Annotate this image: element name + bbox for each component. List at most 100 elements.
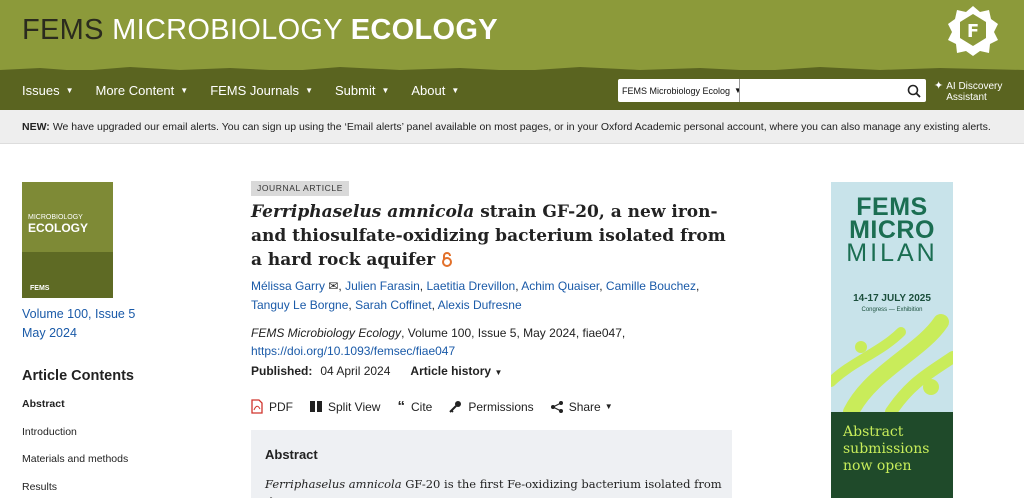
journal-title[interactable]: FEMS MICROBIOLOGY ECOLOGY [22, 14, 498, 47]
author-link[interactable]: Sarah Coffinet [355, 298, 432, 312]
nav-issues[interactable]: Issues ▼ [22, 83, 74, 98]
chevron-down-icon: ▼ [305, 85, 313, 95]
author-link[interactable]: Laetitia Drevillon [426, 279, 515, 293]
journal-title-fems: FEMS [22, 14, 104, 46]
abstract-heading: Abstract [265, 447, 318, 462]
citation-details: , Volume 100, Issue 5, May 2024, fiae047… [401, 326, 626, 340]
chevron-down-icon: ▼ [494, 368, 503, 377]
search-scope-value: FEMS Microbiology Ecolog [622, 85, 731, 96]
chevron-down-icon: ▼ [604, 402, 613, 411]
cover-brand: FEMS [30, 285, 50, 292]
ad-headline: FEMS MICRO MILAN [831, 195, 953, 267]
svg-text:F: F [967, 21, 979, 42]
issue-cover-image[interactable]: MICROBIOLOGY ECOLOGY FEMS [22, 182, 113, 298]
author-link[interactable]: Achim Quaiser [521, 279, 599, 293]
article-contents-title: Article Contents [22, 368, 134, 384]
pdf-icon [251, 399, 263, 414]
nav-fems-journals[interactable]: FEMS Journals ▼ [210, 83, 313, 98]
alert-prefix: NEW: [22, 120, 50, 133]
doi-link[interactable]: https://doi.org/10.1093/femsec/fiae047 [251, 344, 455, 358]
ad-cta-panel: Abstract submissions now open [831, 412, 953, 498]
chevron-down-icon: ▼ [65, 85, 74, 95]
author-list: Mélissa Garry ✉, Julien Farasin, Laetiti… [251, 277, 721, 315]
nav-submit[interactable]: Submit ▼ [335, 83, 389, 98]
pdf-button[interactable]: PDF [251, 399, 293, 414]
pdf-label: PDF [269, 399, 293, 414]
email-alert-banner: NEW: We have upgraded our email alerts. … [0, 110, 1024, 144]
citation-journal: FEMS Microbiology Ecology [251, 326, 402, 340]
author-separator: , [695, 279, 700, 293]
ad-cta-line1: Abstract [843, 424, 904, 440]
toc-item-introduction[interactable]: Introduction [22, 426, 128, 454]
search-icon[interactable] [902, 79, 926, 102]
ai-label-line1: AI Discovery [946, 81, 1003, 92]
fems-logo-icon[interactable]: F [946, 4, 1000, 58]
split-view-button[interactable]: Split View [310, 399, 380, 414]
author-link[interactable]: Tanguy Le Borgne [251, 298, 348, 312]
permissions-button[interactable]: Permissions [449, 399, 534, 414]
article-contents-list: Abstract Introduction Materials and meth… [22, 398, 128, 498]
ai-discovery-assistant-button[interactable]: ✦ AI Discovery Assistant [934, 80, 1002, 104]
toc-item-results[interactable]: Results [22, 481, 128, 498]
nav-more-content-label: More Content [95, 82, 175, 98]
issue-volume: Volume 100, Issue 5 [22, 307, 136, 321]
sparkle-icon: ✦ [934, 80, 944, 92]
cite-label: Cite [410, 399, 433, 414]
article-toolbar: PDF Split View “ Cite Permissions Share … [251, 399, 630, 414]
abstract-section: Abstract Ferriphaselus amnicola GF-20 is… [251, 430, 732, 498]
journal-title-microbiology: MICROBIOLOGY [112, 14, 343, 46]
ad-cta-line3: now open [843, 458, 912, 474]
ai-discovery-label: AI Discovery Assistant [946, 81, 1002, 103]
email-icon[interactable]: ✉ [328, 279, 338, 293]
nav-about-label: About [411, 82, 446, 98]
author-link[interactable]: Mélissa Garry [251, 279, 325, 293]
ai-label-line2: Assistant [946, 92, 987, 103]
share-icon [550, 400, 563, 413]
open-access-icon [441, 250, 453, 270]
published-label: Published: [251, 364, 313, 378]
abstract-text: Ferriphaselus amnicola GF-20 is the firs… [265, 475, 725, 498]
chevron-down-icon: ▼ [451, 85, 460, 95]
ad-cta-text: Abstract submissions now open [843, 424, 929, 475]
ad-line3: MILAN [846, 239, 938, 267]
cite-button[interactable]: “ Cite [397, 399, 432, 414]
key-icon [449, 400, 462, 413]
search-scope-select[interactable]: FEMS Microbiology Ecolog▼ [618, 79, 740, 102]
citation: FEMS Microbiology Ecology, Volume 100, I… [251, 324, 721, 360]
share-button[interactable]: Share ▼ [550, 399, 613, 414]
published-date: 04 April 2024 [320, 364, 391, 378]
cover-title: MICROBIOLOGY ECOLOGY [28, 214, 88, 235]
author-link[interactable]: Camille Bouchez [606, 279, 696, 293]
nav-about[interactable]: About ▼ [411, 83, 459, 98]
search-input[interactable] [740, 79, 902, 102]
chevron-down-icon: ▼ [381, 85, 390, 95]
article-history-label: Article history [410, 364, 492, 378]
toc-item-abstract[interactable]: Abstract [22, 398, 128, 426]
nav-more-content[interactable]: More Content ▼ [96, 83, 189, 98]
journal-title-ecology: ECOLOGY [350, 14, 498, 46]
author-link[interactable]: Alexis Dufresne [438, 298, 522, 312]
fems-micro-milan-ad[interactable]: FEMS MICRO MILAN 14-17 JULY 2025 Congres… [831, 182, 953, 498]
article-title: Ferriphaselus amnicola strain GF-20, a n… [251, 200, 741, 272]
nav-submit-label: Submit [334, 82, 376, 98]
ad-subtitle: Congress — Exhibition [861, 307, 923, 313]
issue-link[interactable]: Volume 100, Issue 5 May 2024 [22, 305, 135, 343]
nav-menu: Issues ▼ More Content ▼ FEMS Journals ▼ Sub… [22, 70, 481, 110]
share-label: Share [568, 399, 601, 414]
split-view-label: Split View [328, 399, 381, 414]
author-separator: , [599, 279, 606, 293]
nav-fems-journals-label: FEMS Journals [210, 82, 300, 98]
permissions-label: Permissions [468, 399, 534, 414]
main-nav: Issues ▼ More Content ▼ FEMS Journals ▼ Sub… [0, 67, 1024, 110]
split-view-icon [310, 401, 322, 412]
alert-text: We have upgraded our email alerts. You c… [52, 120, 991, 133]
journal-banner: FEMS MICROBIOLOGY ECOLOGY F [0, 0, 1024, 70]
article-history-toggle[interactable]: Article history ▼ [410, 364, 502, 378]
abstract-species: Ferriphaselus amnicola [265, 477, 402, 491]
publication-info: Published: 04 April 2024 Article history… [251, 364, 502, 378]
article-type-badge: JOURNAL ARTICLE [251, 181, 349, 196]
toc-item-materials-methods[interactable]: Materials and methods [22, 453, 128, 481]
issue-date: May 2024 [22, 326, 77, 340]
author-link[interactable]: Julien Farasin [345, 279, 420, 293]
quote-icon: “ [397, 397, 405, 415]
